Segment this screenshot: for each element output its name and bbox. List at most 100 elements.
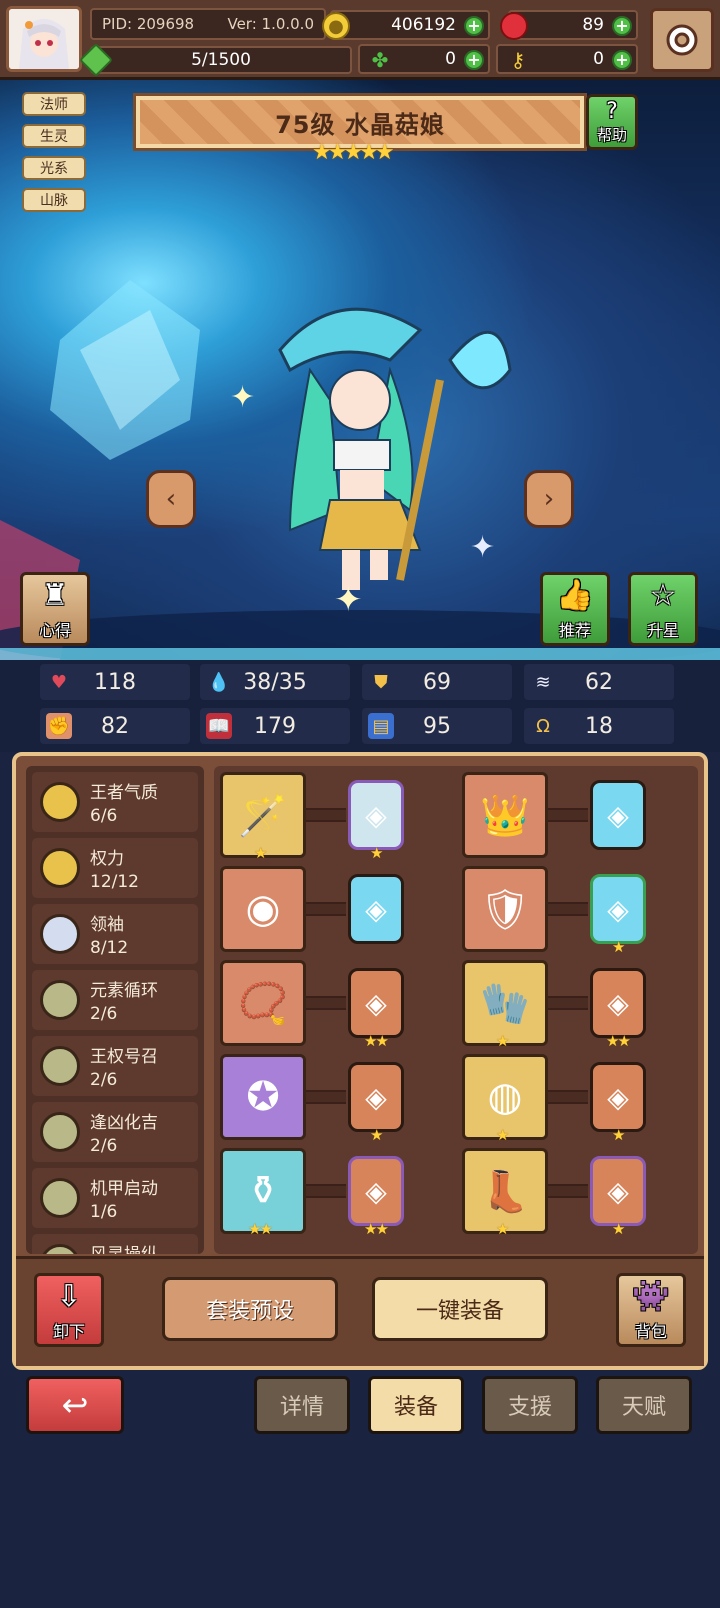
energy-bar: 5/1500 xyxy=(90,46,352,74)
equip-rune-slot[interactable]: ◈ xyxy=(590,968,646,1038)
gold-counter: ● 406192 + xyxy=(322,10,490,40)
slot-stars: ★ xyxy=(612,1126,626,1144)
character-scene: 法师 生灵 光系 山脉 75级 水晶菇娘 ★★★★★ ? 帮助 ‹ › ✦ ✦ … xyxy=(0,80,720,660)
rune-icon: ◈ xyxy=(607,892,629,926)
gem-value: 89 xyxy=(582,15,604,35)
set-count: 12/12 xyxy=(90,872,139,892)
inactive-set-icon xyxy=(40,1112,80,1152)
equip-rune-slot[interactable]: ◈ xyxy=(590,780,646,850)
version-text: Ver: 1.0.0.0 xyxy=(227,15,314,33)
stat-luck-value: 18 xyxy=(585,713,613,739)
equip-rune-slot[interactable]: ◈ xyxy=(348,1062,404,1132)
set-preset-button[interactable]: 套装预设 xyxy=(162,1277,338,1341)
set-item[interactable]: 风灵操纵 xyxy=(32,1234,198,1254)
stat-hp-value: 118 xyxy=(94,669,136,695)
pid-version-panel: PID: 209698 Ver: 1.0.0.0 xyxy=(90,8,326,40)
set-item[interactable]: 机甲启动 1/6 xyxy=(32,1168,198,1228)
set-item[interactable]: 王者气质 6/6 xyxy=(32,772,198,832)
settings-button[interactable] xyxy=(650,8,714,72)
clover-icon: ✤ xyxy=(371,48,389,72)
add-gold-button[interactable]: + xyxy=(464,16,484,36)
slot-link xyxy=(548,996,588,1010)
equip-slot-orb[interactable]: ◉ xyxy=(220,866,306,952)
slot-stars: ★★ xyxy=(606,1032,631,1050)
stat-defense: ⛊ 69 xyxy=(362,664,512,700)
set-item[interactable]: 逢凶化吉 2/6 xyxy=(32,1102,198,1162)
auto-equip-label: 一键装备 xyxy=(415,1299,504,1324)
equip-rune-slot[interactable]: ◈ xyxy=(590,874,646,944)
bag-button[interactable]: 👾 背包 xyxy=(616,1273,686,1347)
add-gem-button[interactable]: + xyxy=(612,16,632,36)
rune-icon: ◈ xyxy=(365,1174,387,1208)
set-name: 逢凶化吉 xyxy=(90,1113,158,1133)
equipment-panel: 王者气质 6/6 权力 12/12 领袖 8/12 元素循环 2/6 王权号召 2/6 逢… xyxy=(12,752,708,1370)
clover-value: 0 xyxy=(445,49,456,69)
tab-talent[interactable]: 天赋 xyxy=(596,1376,692,1434)
water-drop-icon: 💧 xyxy=(207,671,231,693)
rune-icon: ◈ xyxy=(607,986,629,1020)
set-count: 2/6 xyxy=(90,1004,118,1024)
unequip-button[interactable]: ⇩ 卸下 xyxy=(34,1273,104,1347)
set-item[interactable]: 元素循环 2/6 xyxy=(32,970,198,1030)
recommend-button[interactable]: 👍 推荐 xyxy=(540,572,610,646)
tab-details[interactable]: 详情 xyxy=(254,1376,350,1434)
key-icon: ⚷ xyxy=(510,48,526,72)
gold-set-icon xyxy=(40,782,80,822)
equip-slot-necklace[interactable]: 📿 xyxy=(220,960,306,1046)
gear-icon xyxy=(666,24,698,56)
shield-icon: ⛊ xyxy=(374,671,388,693)
stat-speed: ≋ 62 xyxy=(524,664,674,700)
slot-link xyxy=(306,808,346,822)
set-item[interactable]: 权力 12/12 xyxy=(32,838,198,898)
equip-slot-amulet[interactable]: ✪ xyxy=(220,1054,306,1140)
silver-set-icon xyxy=(40,914,80,954)
equip-slot-crown[interactable]: 👑 xyxy=(462,772,548,858)
amulet-icon: ✪ xyxy=(246,1074,280,1120)
equip-slot-armor[interactable]: 🛡 xyxy=(462,866,548,952)
tab-equipment[interactable]: 装备 xyxy=(368,1376,464,1434)
equip-rune-slot[interactable]: ◈ xyxy=(348,780,404,850)
sparkle-icon: ✦ xyxy=(334,580,363,620)
stat-defense-value: 69 xyxy=(423,669,451,695)
sparkle-icon: ✦ xyxy=(470,530,496,565)
chevron-right-icon: › xyxy=(543,484,555,514)
add-clover-button[interactable]: + xyxy=(464,50,484,70)
rune-icon: ◈ xyxy=(365,798,387,832)
auto-equip-button[interactable]: 一键装备 xyxy=(372,1277,548,1341)
potion-icon: ⚱ xyxy=(246,1168,280,1214)
slot-stars: ★ xyxy=(496,1032,510,1050)
set-bonus-list[interactable]: 王者气质 6/6 权力 12/12 领袖 8/12 元素循环 2/6 王权号召 2/6 逢… xyxy=(26,766,204,1254)
tab-talent-label: 天赋 xyxy=(621,1395,666,1420)
gold-value: 406192 xyxy=(391,15,456,35)
recommend-label: 推荐 xyxy=(558,621,591,640)
back-button[interactable]: ↩ xyxy=(26,1376,124,1434)
stat-resist: ▤ 95 xyxy=(362,708,512,744)
set-count: 1/6 xyxy=(90,1202,118,1222)
equip-rune-slot[interactable]: ◈ xyxy=(348,1156,404,1226)
gem-counter: 89 + xyxy=(500,10,638,40)
equip-rune-slot[interactable]: ◈ xyxy=(590,1156,646,1226)
player-avatar[interactable] xyxy=(6,6,82,72)
equip-rune-slot[interactable]: ◈ xyxy=(590,1062,646,1132)
glove-icon: 🧤 xyxy=(480,980,530,1027)
slot-stars: ★ xyxy=(496,1220,510,1238)
equip-rune-slot[interactable]: ◈ xyxy=(348,968,404,1038)
next-character-button[interactable]: › xyxy=(524,470,574,528)
equip-rune-slot[interactable]: ◈ xyxy=(348,874,404,944)
add-key-button[interactable]: + xyxy=(612,50,632,70)
set-item[interactable]: 王权号召 2/6 xyxy=(32,1036,198,1096)
set-item[interactable]: 领袖 8/12 xyxy=(32,904,198,964)
prev-character-button[interactable]: ‹ xyxy=(146,470,196,528)
stats-panel: ♥ 118 💧 38/35 ⛊ 69 ≋ 62 ✊ 82 📖 179 ▤ 95 Ω 18 xyxy=(0,660,720,752)
set-name: 权力 xyxy=(90,849,124,869)
slot-link xyxy=(548,1090,588,1104)
boots-icon: 👢 xyxy=(480,1168,530,1215)
tab-support[interactable]: 支援 xyxy=(482,1376,578,1434)
stat-speed-value: 62 xyxy=(585,669,613,695)
set-count: 2/6 xyxy=(90,1070,118,1090)
set-name: 王权号召 xyxy=(90,1047,158,1067)
stat-mana: 💧 38/35 xyxy=(200,664,350,700)
upgrade-star-button[interactable]: ☆ 升星 xyxy=(628,572,698,646)
insight-button[interactable]: ♜ 心得 xyxy=(20,572,90,646)
chevron-left-icon: ‹ xyxy=(165,484,177,514)
